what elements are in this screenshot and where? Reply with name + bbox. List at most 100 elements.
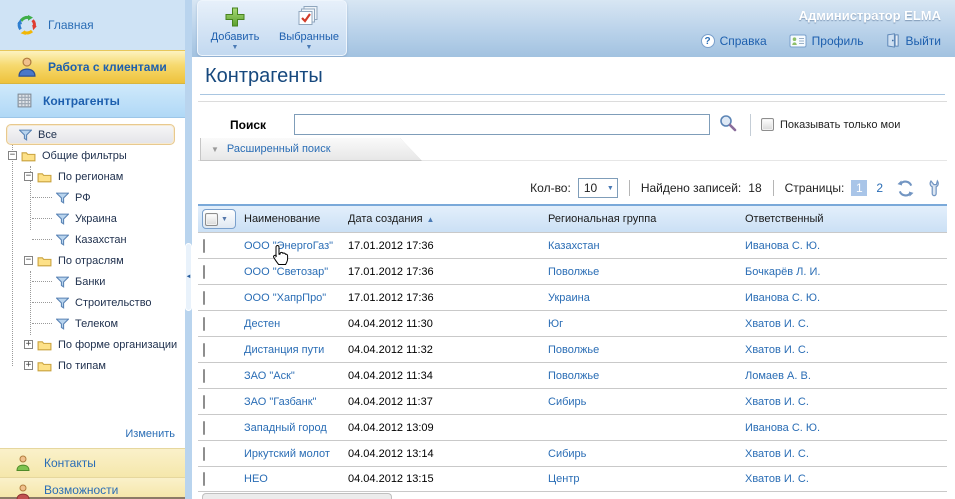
row-checkbox[interactable]	[203, 316, 205, 331]
chevron-down-icon[interactable]: ▼	[306, 44, 313, 51]
search-label: Поиск	[230, 117, 267, 132]
column-header-region[interactable]: Региональная группа	[548, 213, 745, 225]
row-checkbox[interactable]	[203, 446, 205, 461]
tree-item-banks[interactable]: Банки	[0, 271, 185, 292]
folder-icon	[37, 256, 52, 266]
person-red-icon	[16, 484, 30, 499]
checkbox[interactable]	[761, 118, 775, 131]
title-divider	[200, 94, 945, 95]
sidebar-splitter[interactable]: ◄	[185, 0, 192, 499]
minus-toggle-icon[interactable]: −	[24, 256, 33, 265]
tree-item-construction[interactable]: Строительство	[0, 292, 185, 313]
funnel-icon	[56, 234, 69, 246]
row-checkbox[interactable]	[203, 420, 205, 435]
page-title: Контрагенты	[205, 65, 323, 87]
minus-toggle-icon[interactable]: −	[24, 172, 33, 181]
sort-asc-icon: ▲	[426, 215, 435, 224]
chevron-down-icon: ▼	[221, 215, 228, 223]
search-button[interactable]	[718, 113, 738, 136]
row-checkbox[interactable]	[203, 472, 205, 486]
funnel-icon	[56, 213, 69, 225]
page-2-link[interactable]: 2	[876, 181, 883, 195]
column-header-date[interactable]: Дата создания ▲	[348, 213, 548, 225]
settings-button[interactable]	[928, 179, 943, 197]
tree-item-by-industry[interactable]: − По отраслям	[0, 250, 185, 271]
found-label: Найдено записей:	[640, 181, 742, 195]
table-row[interactable]: ООО "ЭнергоГаз" 17.01.2012 17:36 Казахст…	[198, 232, 947, 258]
tree-item-all[interactable]: Все	[6, 124, 175, 145]
table-row[interactable]: Иркутский молот 04.04.2012 13:14 Сибирь …	[198, 440, 947, 466]
chevron-down-icon[interactable]: ▼	[232, 44, 239, 51]
funnel-icon	[56, 297, 69, 309]
table-row[interactable]: НЕО 04.04.2012 13:15 Центр Хватов И. С.	[198, 466, 947, 492]
row-checkbox[interactable]	[203, 290, 205, 305]
row-checkbox[interactable]	[203, 264, 205, 279]
tree-item-ukraine[interactable]: Украина	[0, 208, 185, 229]
minus-toggle-icon[interactable]: −	[8, 151, 17, 160]
tree-item-rf[interactable]: РФ	[0, 187, 185, 208]
row-checkbox[interactable]	[203, 342, 205, 357]
sidebar-item-work-with-clients[interactable]: Работа с клиентами	[0, 50, 185, 84]
select-all-checkbox[interactable]	[205, 212, 218, 226]
refresh-icon	[897, 180, 914, 196]
tree-item-kazakhstan[interactable]: Казахстан	[0, 229, 185, 250]
table-row[interactable]: ООО "ХапрПро" 17.01.2012 17:36 Украина И…	[198, 284, 947, 310]
page-1-current[interactable]: 1	[851, 180, 868, 196]
sidebar-item-contacts[interactable]: Контакты	[0, 448, 185, 477]
show-only-mine-checkbox[interactable]: Показывать только мои	[761, 118, 900, 131]
advanced-search-tab[interactable]: ▼ Расширенный поиск	[200, 138, 422, 161]
elma-crm-window: Главная Работа с клиентами Контрагенты В…	[0, 0, 955, 499]
tree-item-by-types[interactable]: + По типам	[0, 355, 185, 376]
exit-door-icon	[887, 33, 900, 48]
folder-icon	[37, 340, 52, 350]
wrench-icon	[929, 179, 939, 197]
current-user-label: Администратор ELMA	[798, 8, 941, 23]
tree-item-by-regions[interactable]: − По регионам	[0, 166, 185, 187]
table-row[interactable]: ЗАО "Аск" 04.04.2012 11:34 Поволжье Лома…	[198, 362, 947, 388]
row-checkbox[interactable]	[203, 368, 205, 383]
column-header-name[interactable]: Наименование	[244, 213, 348, 225]
found-count: 18	[748, 181, 762, 195]
advanced-search-link[interactable]: Расширенный поиск	[227, 143, 331, 155]
column-header-responsible[interactable]: Ответственный	[745, 213, 947, 225]
question-icon: ?	[700, 33, 715, 48]
tree-item-by-org-form[interactable]: + По форме организации	[0, 334, 185, 355]
sidebar-item-counterparties[interactable]: Контрагенты	[0, 84, 185, 118]
collapse-left-icon: ◄	[185, 274, 192, 280]
table-row[interactable]: Дестен 04.04.2012 11:30 Юг Хватов И. С.	[198, 310, 947, 336]
table-row[interactable]: ООО "Светозар" 17.01.2012 17:36 Поволжье…	[198, 258, 947, 284]
folder-icon	[37, 172, 52, 182]
selected-button[interactable]: Выбранные ▼	[275, 5, 343, 55]
sidebar-item-opportunities[interactable]: Возможности	[0, 477, 185, 499]
table-row[interactable]: ЗАО "Газбанк" 04.04.2012 11:37 Сибирь Хв…	[198, 388, 947, 414]
row-checkbox[interactable]	[203, 238, 205, 253]
plus-toggle-icon[interactable]: +	[24, 340, 33, 349]
funnel-icon	[19, 129, 32, 141]
edit-filters-link[interactable]: Изменить	[0, 422, 185, 448]
sidebar-item-label: Возможности	[44, 483, 119, 497]
tree-item-common-filters[interactable]: − Общие фильтры	[0, 145, 185, 166]
chevron-down-icon: ▼	[211, 144, 219, 154]
logout-link[interactable]: Выйти	[885, 33, 941, 48]
sidebar-item-home[interactable]: Главная	[0, 0, 185, 50]
chevron-down-icon: ▼	[606, 184, 614, 192]
help-link[interactable]: ? Справка	[700, 33, 767, 48]
top-bar: Добавить ▼ Выбранные ▼ Администратор ELM…	[192, 0, 955, 57]
row-checkbox[interactable]	[203, 394, 205, 409]
table-row[interactable]: Западный город 04.04.2012 13:09 Иванова …	[198, 414, 947, 440]
search-input[interactable]	[294, 114, 711, 135]
funnel-icon	[56, 276, 69, 288]
plus-toggle-icon[interactable]: +	[24, 361, 33, 370]
tree-item-telecom[interactable]: Телеком	[0, 313, 185, 334]
building-icon	[17, 93, 32, 108]
refresh-button[interactable]	[896, 179, 915, 198]
table-row[interactable]: Дистанция пути 04.04.2012 11:32 Поволжье…	[198, 336, 947, 362]
filter-tree: Все − Общие фильтры − По регионам РФ Укр…	[0, 118, 185, 448]
profile-link[interactable]: Профиль	[789, 34, 863, 48]
select-all-dropdown[interactable]: ▼	[202, 209, 236, 229]
sidebar-collapse-handle[interactable]: ◄	[185, 243, 192, 311]
page-size-select[interactable]: 10 ▼	[577, 178, 618, 198]
pages-label: Страницы:	[784, 181, 845, 195]
plus-icon	[225, 7, 245, 27]
add-button[interactable]: Добавить ▼	[201, 5, 269, 55]
